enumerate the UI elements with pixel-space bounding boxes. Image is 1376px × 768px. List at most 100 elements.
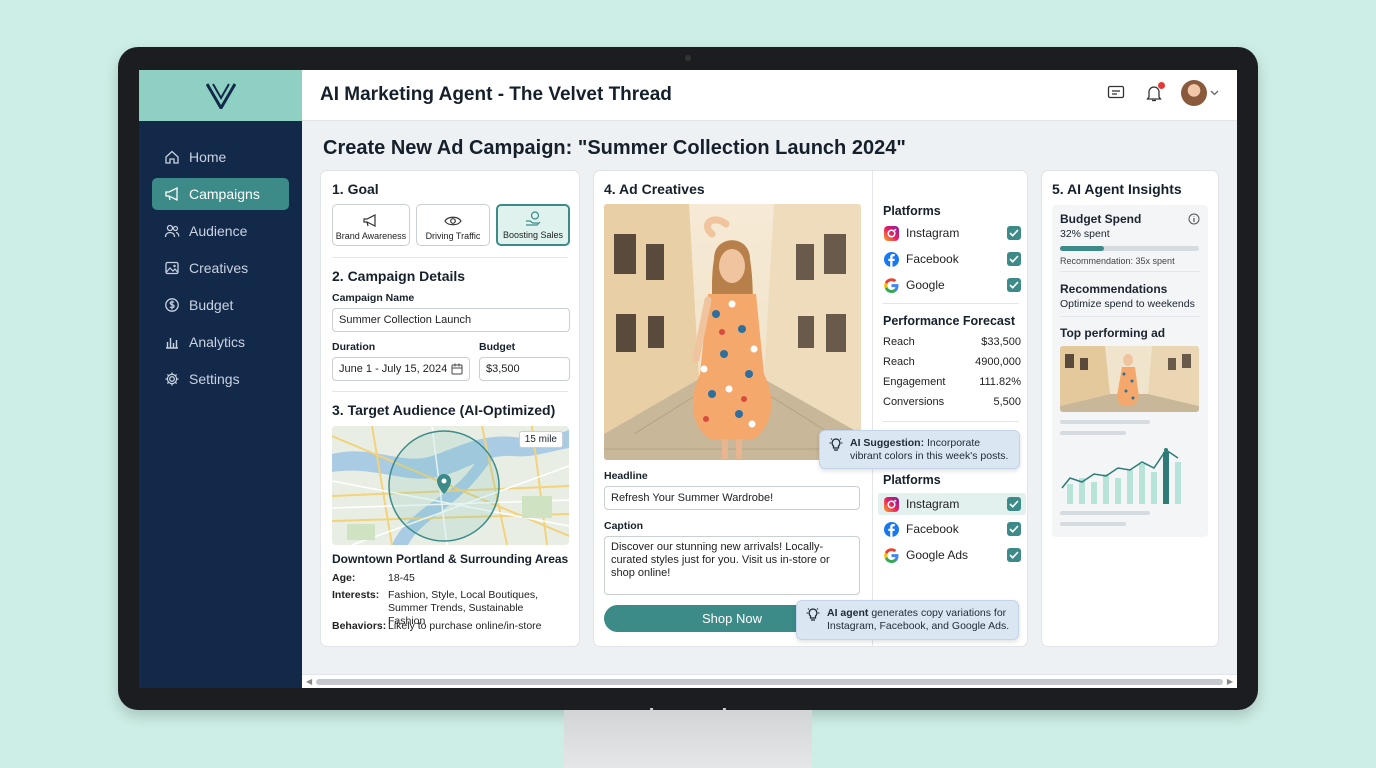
forecast-label: Reach [883,356,915,368]
top-ad-thumbnail[interactable] [1060,346,1199,412]
section-divider [883,303,1019,304]
scroll-left-icon[interactable]: ◀ [306,677,312,686]
google-icon [883,547,900,564]
placeholder-line [1060,522,1126,526]
sales-icon [526,211,541,226]
checkmark-icon [1009,255,1019,263]
goal-boosting-sales-button[interactable]: Boosting Sales [496,204,570,246]
platform-row-facebook[interactable]: Facebook [883,519,1021,539]
platform-checkbox[interactable] [1007,226,1021,240]
horizontal-scrollbar[interactable]: ◀ ▶ [302,674,1237,688]
sidebar-item-label: Budget [189,297,234,313]
section-divider [1060,316,1200,317]
platform-row-google-ads[interactable]: Google Ads [883,545,1021,565]
ai-suggestion-title: AI Suggestion: [850,437,925,449]
sidebar-item-home[interactable]: Home [152,141,289,173]
sidebar-item-analytics[interactable]: Analytics [152,326,289,358]
platform-row-facebook[interactable]: Facebook [883,249,1021,269]
bar-chart-icon [166,338,178,349]
platform-row-google[interactable]: Google [883,275,1021,295]
forecast-value: 5,500 [993,396,1021,408]
platform-checkbox[interactable] [1007,278,1021,292]
checkmark-icon [1009,551,1019,559]
budget-spend-title: Budget Spend [1060,212,1142,226]
platform-label: Facebook [906,522,959,536]
info-icon[interactable] [1188,213,1200,225]
platforms-forecast-column: Platforms Instagram Facebook Google Perfor… [872,171,1029,646]
sidebar-item-label: Campaigns [189,186,260,202]
placeholder-line [1060,420,1150,424]
sidebar-nav: Home Campaigns Audience Creatives Budget Anal… [139,121,302,395]
platforms-heading: Platforms [883,204,941,218]
forecast-label: Reach [883,336,915,348]
age-value: 18-45 [388,572,415,584]
goal-option-label: Driving Traffic [425,231,481,241]
budget-input[interactable]: $3,500 [479,357,570,381]
messages-icon[interactable] [1105,82,1127,104]
sidebar-item-campaigns[interactable]: Campaigns [152,178,289,210]
location-title: Downtown Portland & Surrounding Areas [332,552,569,566]
platform-row-instagram[interactable]: Instagram [878,493,1026,515]
audience-map[interactable]: 15 mile [332,426,569,545]
instagram-icon [883,225,900,242]
platform-checkbox[interactable] [1007,497,1021,511]
platform-checkbox[interactable] [1007,522,1021,536]
goal-brand-awareness-button[interactable]: Brand Awareness [332,204,410,246]
forecast-label: Conversions [883,396,945,408]
platform-checkbox[interactable] [1007,252,1021,266]
notification-bell-icon[interactable] [1143,82,1165,104]
platform-label: Google Ads [906,548,969,562]
sidebar-item-settings[interactable]: Settings [152,363,289,395]
budget-spent-text: 32% spent [1060,228,1110,240]
placeholder-line [1060,511,1150,515]
headline-input[interactable]: Refresh Your Summer Wardrobe! [604,486,860,510]
recommendations-title: Recommendations [1060,282,1168,296]
sidebar-item-label: Settings [189,371,240,387]
target-audience-heading: 3. Target Audience (AI-Optimized) [332,402,556,418]
placeholder-line [1060,431,1126,435]
top-bar: AI Marketing Agent - The Velvet Thread [302,70,1237,121]
platform-checkbox[interactable] [1007,548,1021,562]
home-icon [165,150,179,164]
sidebar-item-creatives[interactable]: Creatives [152,252,289,284]
chevron-down-icon[interactable] [1210,90,1219,96]
app-screen: AI Marketing Agent - The Velvet Thread H… [139,70,1237,688]
age-row: Age: 18-45 [332,572,570,585]
caption-textarea[interactable]: Discover our stunning new arrivals! Loca… [604,536,860,595]
users-icon [164,224,180,238]
headline-label: Headline [604,470,648,482]
platform-label: Instagram [906,226,960,240]
scroll-right-icon[interactable]: ▶ [1227,677,1233,686]
behaviors-row: Behaviors: Likely to purchase online/in-… [332,620,570,633]
section-divider [332,391,568,392]
duration-input[interactable]: June 1 - July 15, 2024 [332,357,470,381]
scrollbar-thumb[interactable] [316,679,1223,685]
eye-icon [444,216,462,226]
goal-heading: 1. Goal [332,181,379,197]
recommendation-small-text: Recommendation: 35x spent [1060,256,1175,266]
ai-agent-tooltip: AI agent generates copy variations for I… [796,600,1019,640]
platform-row-instagram[interactable]: Instagram [883,223,1021,243]
brand-logo[interactable] [139,70,302,121]
goal-driving-traffic-button[interactable]: Driving Traffic [416,204,490,246]
user-avatar[interactable] [1181,80,1207,106]
sidebar-item-label: Home [189,149,227,165]
forecast-value: $33,500 [981,336,1021,348]
radius-badge[interactable]: 15 mile [518,431,563,448]
forecast-row: Engagement 111.82% [883,376,1021,388]
sidebar-item-budget[interactable]: Budget [152,289,289,321]
image-icon [165,261,179,275]
platform-label: Facebook [906,252,959,266]
budget-label: Budget [479,341,516,353]
goal-option-label: Brand Awareness [335,231,407,241]
section-divider [1060,271,1200,272]
sidebar-item-audience[interactable]: Audience [152,215,289,247]
campaign-name-input[interactable]: Summer Collection Launch [332,308,570,332]
ad-creative-photo[interactable] [604,204,861,460]
forecast-row: Reach $33,500 [883,336,1021,348]
insights-heading: 5. AI Agent Insights [1052,181,1182,197]
ai-insights-card: 5. AI Agent Insights Budget Spend 32% sp… [1041,170,1219,647]
google-icon [883,277,900,294]
recommendations-text: Optimize spend to weekends [1060,298,1195,310]
calendar-icon[interactable] [451,363,463,375]
